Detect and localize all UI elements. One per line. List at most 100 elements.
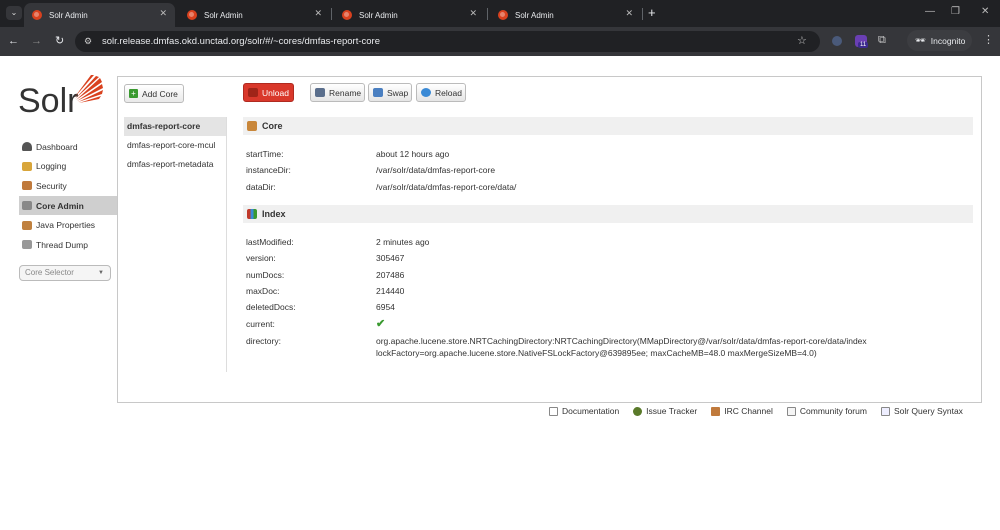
field-label: startTime: <box>246 149 284 159</box>
browser-tab-2[interactable]: Solr Admin ✕ <box>179 3 330 27</box>
field-label: numDocs: <box>246 270 285 280</box>
divider <box>226 117 227 372</box>
footer-link-label: Issue Tracker <box>646 406 698 416</box>
footer-link-irc-channel[interactable]: IRC Channel <box>711 406 773 416</box>
add-core-button[interactable]: + Add Core <box>124 84 184 103</box>
sidebar-item-dashboard[interactable]: Dashboard <box>19 137 117 157</box>
field-label: current: <box>246 319 275 329</box>
footer-link-label: Documentation <box>562 406 620 416</box>
sidebar-item-java-properties[interactable]: Java Properties <box>19 215 117 235</box>
solr-sunburst-icon <box>74 75 103 103</box>
core-list-item[interactable]: dmfas-report-metadata <box>124 154 226 173</box>
solr-logo[interactable]: Solr <box>18 82 78 121</box>
index-chart-icon <box>247 209 257 219</box>
core-list: dmfas-report-core dmfas-report-core-mcul… <box>124 117 226 173</box>
core-list-item[interactable]: dmfas-report-core-mcul <box>124 136 226 155</box>
plus-icon: + <box>129 89 138 98</box>
forward-arrow-icon[interactable]: → <box>31 33 42 49</box>
extension-icon[interactable] <box>832 36 842 46</box>
field-value: /var/solr/data/dmfas-report-core/data/ <box>376 182 517 192</box>
window-close-icon[interactable]: ✕ <box>981 6 989 17</box>
field-label: directory: <box>246 336 281 346</box>
footer-link-community-forum[interactable]: Community forum <box>786 406 867 416</box>
core-list-item[interactable]: dmfas-report-core <box>124 117 226 136</box>
people-icon <box>711 406 721 416</box>
syntax-icon <box>880 406 890 416</box>
sidebar-item-label: Thread Dump <box>36 239 88 250</box>
add-core-label: Add Core <box>142 88 178 99</box>
tab-title: Solr Admin <box>515 10 554 20</box>
field-label: deletedDocs: <box>246 302 296 312</box>
bug-icon <box>633 406 643 416</box>
swap-button[interactable]: Swap <box>368 83 412 102</box>
browser-tab-4[interactable]: Solr Admin ✕ <box>490 3 641 27</box>
footer-link-issue-tracker[interactable]: Issue Tracker <box>633 406 697 416</box>
incognito-icon: 🕶 <box>915 35 926 45</box>
close-tab-icon[interactable]: ✕ <box>159 8 167 19</box>
rename-button[interactable]: Rename <box>310 83 365 102</box>
sidebar-nav: Dashboard Logging Security Core Admin Ja… <box>19 137 117 255</box>
core-section-header: Core <box>243 117 973 135</box>
field-label: instanceDir: <box>246 165 291 175</box>
incognito-label: Incognito <box>930 35 966 46</box>
field-value: 214440 <box>376 286 405 296</box>
sidebar-item-label: Java Properties <box>36 220 96 231</box>
browser-tab-3[interactable]: Solr Admin ✕ <box>334 3 485 27</box>
footer-link-documentation[interactable]: Documentation <box>549 406 619 416</box>
field-label: lastModified: <box>246 237 294 247</box>
extensions-puzzle-icon[interactable]: ⧉ <box>878 34 886 47</box>
rename-icon <box>315 88 325 97</box>
field-value: 207486 <box>376 270 405 280</box>
footer-link-solr-query-syntax[interactable]: Solr Query Syntax <box>880 406 963 416</box>
solr-favicon-icon <box>342 10 352 20</box>
extension-badge: 11 <box>858 42 869 48</box>
field-value: org.apache.lucene.store.NRTCachingDirect… <box>376 336 867 346</box>
sidebar-item-label: Logging <box>36 161 67 172</box>
core-selector-placeholder: Core Selector <box>25 268 74 277</box>
new-tab-plus-icon[interactable]: + <box>648 6 656 19</box>
sidebar-item-security[interactable]: Security <box>19 176 117 196</box>
dashboard-icon <box>22 142 32 152</box>
close-tab-icon[interactable]: ✕ <box>469 8 477 19</box>
unload-button[interactable]: Unload <box>243 83 294 102</box>
field-value: 2 minutes ago <box>376 237 430 247</box>
url-text[interactable]: solr.release.dmfas.okd.unctad.org/solr/#… <box>102 36 380 47</box>
field-label: maxDoc: <box>246 286 280 296</box>
footer-link-label: IRC Channel <box>724 406 773 416</box>
core-box-icon <box>247 121 257 131</box>
core-selector-dropdown[interactable]: Core Selector ▼ <box>19 265 111 281</box>
incognito-indicator[interactable]: 🕶 Incognito <box>907 30 972 51</box>
dropdown-arrow-icon: ▼ <box>98 270 104 276</box>
tab-title: Solr Admin <box>49 10 88 20</box>
close-tab-icon[interactable]: ✕ <box>314 8 322 19</box>
minimize-icon[interactable]: — <box>925 6 935 17</box>
security-icon <box>22 181 32 191</box>
sidebar-item-core-admin[interactable]: Core Admin <box>19 195 117 216</box>
reload-label: Reload <box>435 87 462 98</box>
close-tab-icon[interactable]: ✕ <box>625 8 633 19</box>
sidebar-item-thread-dump[interactable]: Thread Dump <box>19 235 117 255</box>
solr-favicon-icon <box>498 10 508 20</box>
bookmark-star-icon[interactable]: ☆ <box>797 34 807 47</box>
tab-search-button[interactable]: ⌄ <box>6 6 22 20</box>
document-icon <box>549 406 558 416</box>
core-admin-icon <box>22 201 32 211</box>
rename-label: Rename <box>329 87 362 98</box>
browser-menu-icon[interactable]: ⋮ <box>983 33 994 46</box>
section-title: Core <box>262 121 283 131</box>
field-value: 6954 <box>376 302 395 312</box>
footer-link-label: Community forum <box>799 406 867 416</box>
section-title: Index <box>262 209 286 219</box>
reload-icon[interactable]: ↻ <box>55 33 64 49</box>
swap-icon <box>373 88 383 97</box>
reload-button[interactable]: Reload <box>416 83 466 102</box>
sidebar-item-logging[interactable]: Logging <box>19 157 117 177</box>
sidebar-item-label: Dashboard <box>36 141 78 152</box>
site-info-icon[interactable]: ⚙ <box>84 36 92 47</box>
solr-favicon-icon <box>187 10 197 20</box>
maximize-icon[interactable]: ❐ <box>951 6 960 17</box>
browser-tab-1[interactable]: Solr Admin ✕ <box>24 3 175 27</box>
browser-tab-bar: ⌄ Solr Admin ✕ Solr Admin ✕ Solr Admin ✕… <box>0 0 1000 27</box>
back-arrow-icon[interactable]: ← <box>8 33 19 49</box>
sidebar-item-label: Core Admin <box>36 200 84 211</box>
